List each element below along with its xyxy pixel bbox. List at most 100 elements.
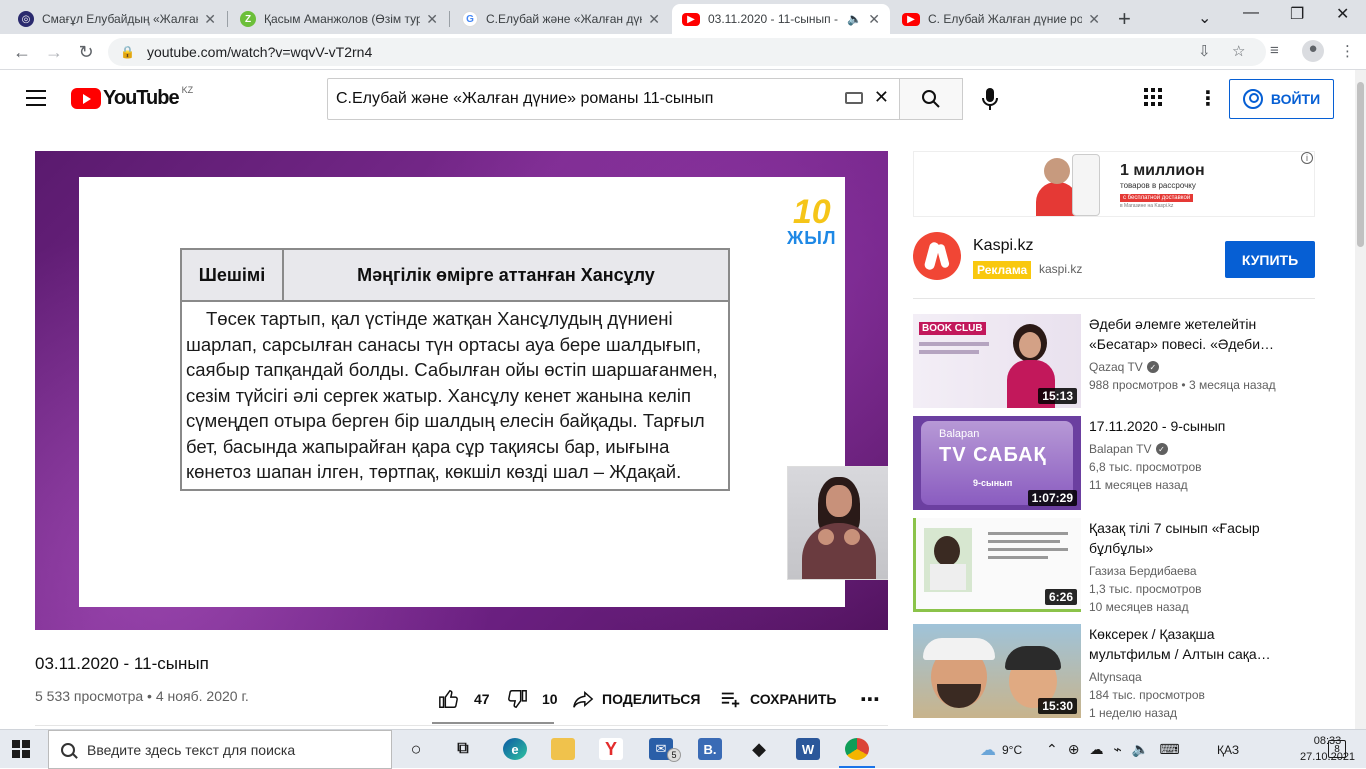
close-icon[interactable]: ✕	[426, 11, 438, 28]
forward-button[interactable]: →	[42, 40, 66, 64]
channel-name[interactable]: Qazaq TV	[1089, 360, 1143, 374]
kaspi-logo-icon[interactable]	[913, 232, 961, 280]
slide-table-header: Шешімі Мәңгілік өмірге аттанған Хансұлу	[182, 250, 728, 302]
install-icon[interactable]: ⇩	[1198, 42, 1211, 60]
channel-name[interactable]: Altynsaqa	[1089, 670, 1142, 684]
video-thumbnail[interactable]: BOOK CLUB 15:13	[913, 314, 1081, 408]
video-thumbnail[interactable]: Balapan TV САБАҚ 9-сынып 1:07:29	[913, 416, 1081, 510]
voice-search-button[interactable]	[970, 81, 1010, 117]
share-button[interactable]: ПОДЕЛИТЬСЯ	[572, 686, 700, 712]
recommended-video[interactable]: Balapan TV САБАҚ 9-сынып 1:07:29 17.11.2…	[913, 416, 1343, 510]
like-button[interactable]: 47	[438, 686, 490, 712]
edge-icon[interactable]: e	[503, 738, 527, 760]
search-input[interactable]	[336, 90, 836, 108]
weather-temp: 9°C	[1002, 742, 1023, 757]
video-thumbnail[interactable]: 15:30	[913, 624, 1081, 718]
back-button[interactable]: ←	[10, 40, 34, 64]
settings-menu-icon[interactable]: ⋮	[1198, 86, 1218, 111]
video-duration: 1:07:29	[1027, 490, 1077, 506]
cortana-icon[interactable]: ○	[404, 738, 428, 760]
buy-button[interactable]: КУПИТЬ	[1225, 241, 1315, 278]
interpreter-hand	[818, 529, 834, 545]
volume-icon[interactable]: 🔈	[1132, 741, 1149, 758]
close-icon[interactable]: ✕	[204, 11, 216, 28]
view-count: 184 тыс. просмотров	[1089, 688, 1205, 702]
ad-info-icon[interactable]: i	[1301, 152, 1313, 164]
scrollbar-thumb[interactable]	[1357, 82, 1364, 247]
close-icon[interactable]: ✕	[648, 11, 660, 28]
youtube-logo[interactable]: YouTube KZ	[71, 85, 193, 110]
channel-name[interactable]: Balapan TV	[1089, 442, 1152, 456]
recommended-video[interactable]: 15:30 Көксерек / Қазақша мультфильм / Ал…	[913, 624, 1343, 724]
ad-person-face	[1044, 158, 1070, 184]
bookmark-star-icon[interactable]: ☆	[1232, 42, 1245, 60]
search-button[interactable]	[899, 78, 963, 120]
video-player[interactable]: 10 ЖЫЛ Шешімі Мәңгілік өмірге аттанған Х…	[35, 151, 888, 630]
lock-icon: 🔒	[120, 45, 135, 59]
dislike-count: 10	[542, 691, 558, 707]
save-button[interactable]: СОХРАНИТЬ	[720, 686, 836, 712]
speaker-icon[interactable]: 🔈	[847, 12, 862, 26]
media-control-icon[interactable]: ≡	[1270, 42, 1279, 59]
interpreter-body	[802, 523, 876, 579]
video-title[interactable]: Қазақ тілі 7 сынып «Ғасыр бұлбұлы»	[1089, 518, 1289, 558]
apps-grid-icon[interactable]	[1144, 88, 1162, 111]
browser-tab-active[interactable]: ▶ 03.11.2020 - 11-сынып - 🔈 ✕	[672, 4, 890, 34]
ad-advertiser-name[interactable]: Kaspi.kz	[973, 237, 1033, 255]
ad-banner-subline: товаров в рассрочку	[1120, 181, 1196, 190]
keyboard-icon[interactable]	[845, 92, 863, 104]
chevron-up-icon[interactable]: ⌃	[1046, 741, 1058, 758]
close-window-button[interactable]: ✕	[1336, 4, 1349, 24]
dislike-button[interactable]: 10	[506, 686, 558, 712]
recommended-video[interactable]: 6:26 Қазақ тілі 7 сынып «Ғасыр бұлбұлы» …	[913, 518, 1343, 614]
address-bar[interactable]: 🔒 youtube.com/watch?v=wqvV-vT2rn4	[108, 38, 1266, 66]
chrome-icon[interactable]	[845, 738, 869, 760]
notification-center-icon[interactable]: 8	[1328, 740, 1346, 758]
close-icon[interactable]: ✕	[1088, 11, 1100, 28]
keyboard-tray-icon[interactable]: ⌨	[1159, 741, 1179, 758]
more-actions-icon[interactable]: ⋯	[860, 686, 880, 712]
video-info: 5 533 просмотра • 4 нояб. 2020 г.	[35, 688, 249, 704]
browser-tab[interactable]: ◎ Смағұл Елубайдың «Жалған ✕	[8, 4, 226, 34]
video-title[interactable]: 17.11.2020 - 9-сынып	[1089, 416, 1289, 436]
weather-widget[interactable]: ☁ 9°C	[980, 730, 1022, 769]
video-title[interactable]: Көксерек / Қазақша мультфильм / Алтын са…	[1089, 624, 1289, 664]
dropbox-icon[interactable]: ◆	[747, 738, 771, 760]
word-icon[interactable]: W	[796, 738, 820, 760]
sign-in-button[interactable]: ВОЙТИ	[1229, 79, 1334, 119]
badge-number: 10	[792, 193, 831, 231]
profile-icon[interactable]: ●	[1302, 40, 1324, 62]
thumbnail-brand: Balapan	[939, 428, 980, 440]
file-explorer-icon[interactable]	[551, 738, 575, 760]
new-tab-button[interactable]: +	[1118, 6, 1131, 32]
tab-search-icon[interactable]: ⌄	[1198, 8, 1211, 28]
recommended-video[interactable]: BOOK CLUB 15:13 Әдеби әлемге жетелейтін …	[913, 314, 1343, 408]
page-scrollbar[interactable]	[1355, 70, 1366, 729]
channel-row: Balapan TV ✓	[1089, 442, 1168, 456]
language-indicator[interactable]: ҚАЗ	[1217, 730, 1239, 769]
menu-hamburger-icon[interactable]	[26, 90, 46, 111]
video-thumbnail[interactable]: 6:26	[913, 518, 1081, 612]
reload-button[interactable]: ↻	[74, 40, 98, 64]
onedrive-icon[interactable]: ☁	[1089, 741, 1103, 758]
video-title[interactable]: Әдеби әлемге жетелейтін «Бесатар» повесі…	[1089, 314, 1289, 354]
task-view-icon[interactable]: ⧉	[451, 738, 475, 760]
browser-tab[interactable]: Z Қасым Аманжолов (Өзім тур ✕	[230, 4, 448, 34]
browser-tab[interactable]: ▶ С. Елубай Жалған дүние ром ✕	[892, 4, 1110, 34]
windows-start-icon[interactable]	[12, 740, 30, 758]
search-box[interactable]: ✕	[327, 78, 900, 120]
logo-text: YouTube	[103, 87, 180, 109]
clear-icon[interactable]: ✕	[874, 87, 889, 108]
people-icon[interactable]: ⊕	[1068, 741, 1080, 758]
b-app-icon[interactable]: B.	[698, 738, 722, 760]
close-icon[interactable]: ✕	[868, 11, 880, 28]
browser-tab[interactable]: G С.Елубай және «Жалған дүни ✕	[452, 4, 670, 34]
network-icon[interactable]: ⌁	[1113, 741, 1121, 758]
minimize-button[interactable]: —	[1243, 4, 1259, 22]
channel-name[interactable]: Газиза Бердибаева	[1089, 564, 1197, 578]
ad-banner[interactable]: 1 миллион товаров в рассрочку с бесплатн…	[913, 151, 1315, 217]
restore-button[interactable]: ❐	[1290, 4, 1304, 24]
menu-icon[interactable]: ⋮	[1340, 42, 1355, 60]
taskbar-search[interactable]: Введите здесь текст для поиска	[48, 730, 392, 769]
yandex-icon[interactable]: Y	[599, 738, 623, 760]
